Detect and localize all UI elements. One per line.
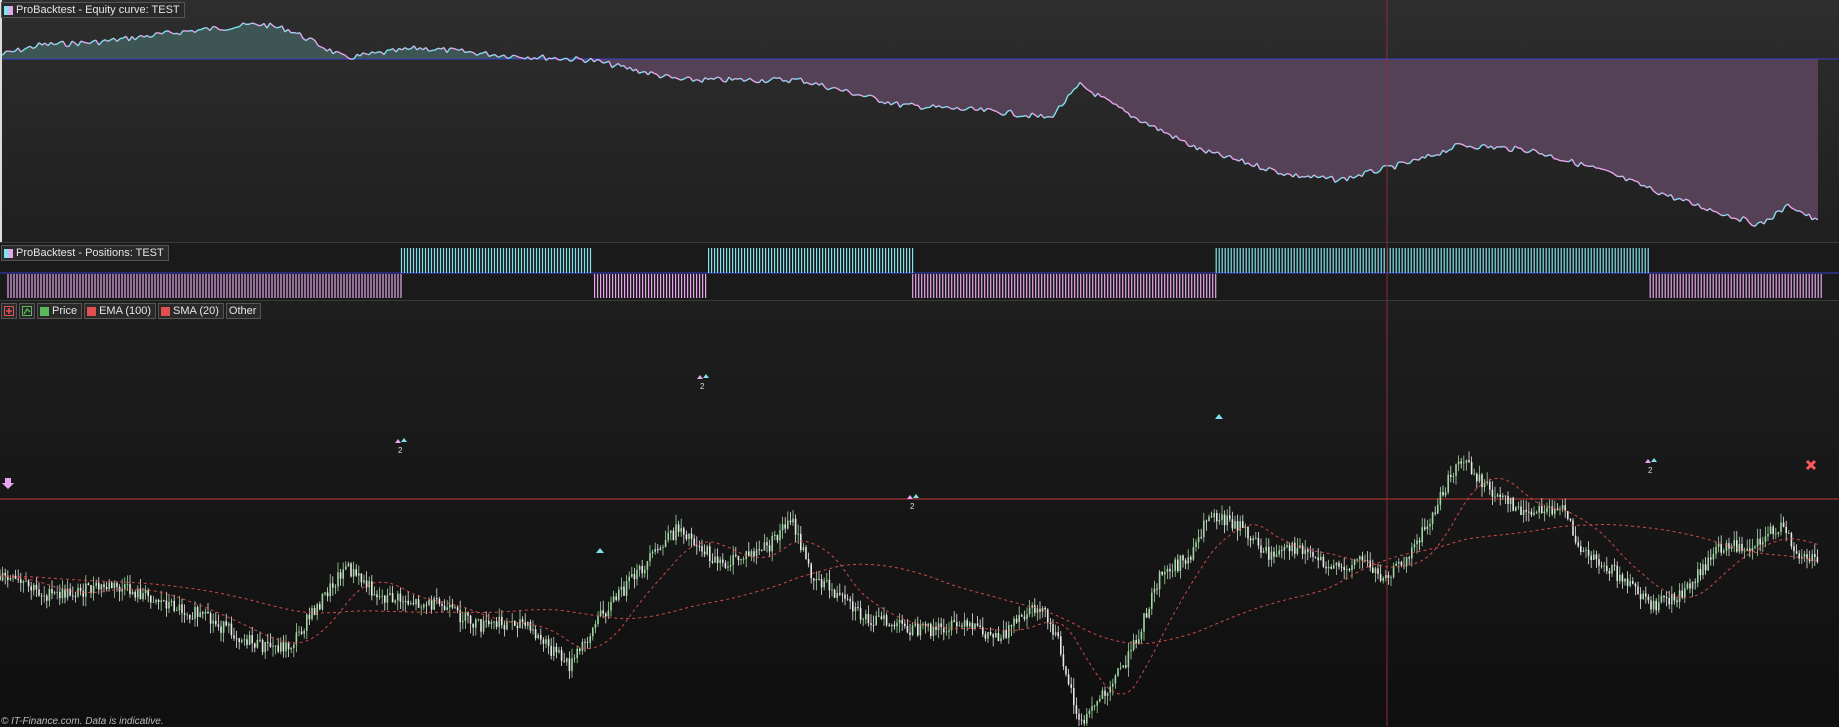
exit-cross-icon — [1807, 461, 1815, 469]
data-disclaimer: © IT-Finance.com. Data is indicative. — [1, 716, 164, 727]
ema-line — [0, 525, 1818, 644]
trend-button[interactable] — [19, 303, 35, 319]
equity-swatch-icon — [4, 6, 13, 15]
legend-sma[interactable]: SMA (20) — [158, 303, 224, 319]
trade-marker: 2 — [1645, 458, 1657, 475]
short-position-block — [7, 274, 401, 298]
legend-ema[interactable]: EMA (100) — [84, 303, 156, 319]
buy-arrow-icon — [913, 494, 919, 498]
sell-arrow-icon — [1645, 459, 1651, 463]
buy-arrow-icon — [703, 374, 709, 378]
sell-arrow-icon — [697, 375, 703, 379]
equity-curve-chart — [0, 0, 1839, 242]
positions-panel[interactable]: ProBacktest - Positions: TEST — [0, 243, 1839, 301]
price-chart-panel[interactable]: 2222 Price EMA (100) SMA (20) Oth — [0, 301, 1839, 726]
positions-title-text: ProBacktest - Positions: TEST — [16, 246, 164, 260]
price-chart: 2 2 2 2 — [0, 301, 1839, 726]
sma-swatch-icon — [161, 307, 170, 316]
trade-marker: 2 — [697, 374, 709, 391]
equity-panel-title[interactable]: ProBacktest - Equity curve: TEST — [1, 2, 185, 18]
sma-line — [0, 478, 1818, 694]
long-position-block — [401, 248, 591, 273]
sma-label: SMA (20) — [173, 304, 219, 318]
buy-arrow-icon — [1651, 458, 1657, 462]
other-label: Other — [229, 304, 257, 318]
buy-arrow-icon — [401, 438, 407, 442]
entry-arrow-icon — [596, 548, 604, 553]
price-label: Price — [52, 304, 77, 318]
trend-icon — [22, 306, 32, 316]
trade-marker: 2 — [395, 438, 407, 455]
equity-curve-panel[interactable]: ProBacktest - Equity curve: TEST — [0, 0, 1839, 243]
legend-price[interactable]: Price — [37, 303, 82, 319]
trade-count-label: 2 — [1648, 466, 1653, 475]
long-position-block — [708, 248, 913, 273]
add-indicator-button[interactable] — [1, 303, 17, 319]
equity-gain-area — [0, 23, 1818, 59]
positions-panel-title[interactable]: ProBacktest - Positions: TEST — [1, 245, 169, 261]
entry-arrow-icon — [2, 478, 14, 489]
candlestick-series — [0, 451, 1818, 726]
price-legend: Price EMA (100) SMA (20) Other — [1, 303, 261, 319]
equity-title-text: ProBacktest - Equity curve: TEST — [16, 3, 180, 17]
price-swatch-icon — [40, 307, 49, 316]
entry-arrow-icon — [1215, 414, 1223, 419]
positions-swatch-icon — [4, 249, 13, 258]
trade-count-label: 2 — [700, 382, 705, 391]
short-position-block — [594, 274, 706, 298]
trade-count-label: 2 — [398, 446, 403, 455]
ema-swatch-icon — [87, 307, 96, 316]
short-position-block — [912, 274, 1216, 298]
trade-count-label: 2 — [910, 502, 915, 511]
positions-chart — [0, 243, 1839, 300]
sell-arrow-icon — [395, 439, 401, 443]
sell-arrow-icon — [907, 495, 913, 499]
legend-other[interactable]: Other — [226, 303, 262, 319]
add-chart-icon — [4, 306, 14, 316]
ema-label: EMA (100) — [99, 304, 151, 318]
short-position-block — [1650, 274, 1822, 298]
equity-drawdown-area — [0, 59, 1818, 226]
long-position-block — [1216, 248, 1649, 273]
trade-marker: 2 — [907, 494, 919, 511]
